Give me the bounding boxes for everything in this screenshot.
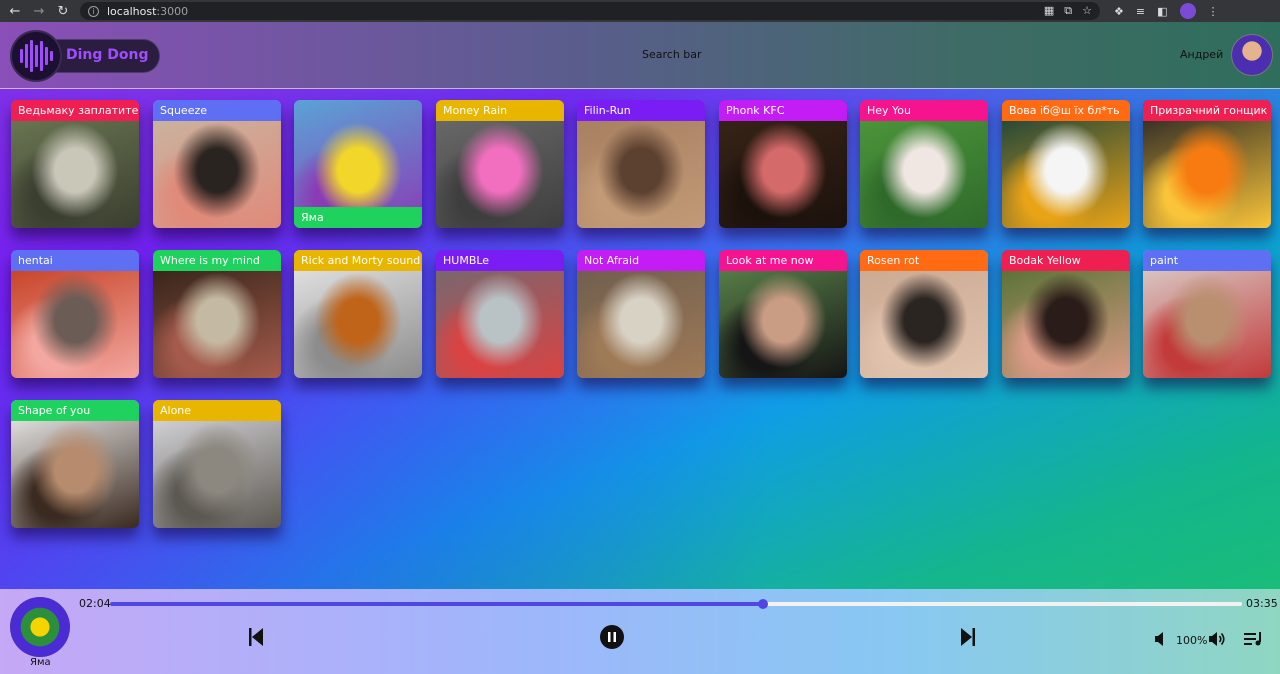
extensions-puzzle-icon[interactable]: ❖ (1114, 5, 1124, 18)
app-name: Ding Dong (66, 47, 149, 63)
current-time: 02:04 (79, 597, 111, 610)
track-title: Rick and Morty sound (294, 250, 422, 271)
track-card[interactable]: Squeeze (153, 100, 281, 228)
media-queue-icon[interactable]: ≡ (1136, 5, 1145, 18)
url-port: :3000 (156, 4, 189, 18)
now-playing-title: Яма (30, 657, 51, 668)
now-playing-cover[interactable] (10, 597, 70, 657)
track-card[interactable]: Where is my mind (153, 250, 281, 378)
forward-arrow-icon[interactable]: → (30, 2, 48, 20)
track-card[interactable]: Look at me now (719, 250, 847, 378)
bookmark-star-icon[interactable]: ☆ (1082, 4, 1092, 18)
player-bar: Яма 02:04 03:35 100% (0, 589, 1280, 674)
search-bar[interactable]: Search bar (642, 48, 702, 61)
track-card[interactable]: HUMBLe (436, 250, 564, 378)
track-card[interactable]: Bodak Yellow (1002, 250, 1130, 378)
volume-level: 100% (1176, 634, 1208, 647)
share-icon[interactable]: ⧉ (1064, 4, 1072, 18)
url-host: localhost (107, 4, 157, 18)
browser-menu-icon[interactable]: ⋮ (1208, 5, 1219, 18)
track-card[interactable]: Призрачний гонщик (1143, 100, 1271, 228)
track-title: hentai (11, 250, 139, 271)
previous-track-icon[interactable] (248, 627, 264, 647)
track-title: Money Rain (436, 100, 564, 121)
track-title: HUMBLe (436, 250, 564, 271)
track-card[interactable]: Вова іб@ш їх бл*ть (1002, 100, 1130, 228)
address-bar[interactable]: i localhost:3000 ▦ ⧉ ☆ (80, 2, 1100, 20)
track-title: Not Afraid (577, 250, 705, 271)
track-card[interactable]: Rosen rot (860, 250, 988, 378)
logo-equalizer-icon (10, 30, 62, 82)
track-card[interactable]: Filin-Run (577, 100, 705, 228)
total-time: 03:35 (1246, 597, 1278, 610)
track-card[interactable]: Rick and Morty sound (294, 250, 422, 378)
browser-toolbar: ← → ↻ i localhost:3000 ▦ ⧉ ☆ ❖ ≡ ◧ ⋮ (0, 0, 1280, 22)
track-title: Rosen rot (860, 250, 988, 271)
user-name[interactable]: Андрей (1180, 48, 1223, 61)
next-track-icon[interactable] (960, 627, 976, 647)
side-panel-icon[interactable]: ◧ (1157, 5, 1167, 18)
track-card[interactable]: Ведьмаку заплатите (11, 100, 139, 228)
site-info-icon[interactable]: i (88, 5, 99, 17)
track-title: Shape of you (11, 400, 139, 421)
track-card[interactable]: Phonk KFC (719, 100, 847, 228)
track-card[interactable]: Money Rain (436, 100, 564, 228)
translate-icon[interactable]: ▦ (1044, 4, 1054, 18)
track-card[interactable]: Яма (294, 100, 422, 228)
reload-icon[interactable]: ↻ (54, 2, 72, 20)
browser-profile-avatar[interactable] (1179, 3, 1196, 19)
progress-handle[interactable] (758, 599, 769, 609)
volume-up-icon[interactable] (1209, 631, 1227, 647)
track-title: Яма (294, 207, 422, 228)
track-card[interactable]: Not Afraid (577, 250, 705, 378)
track-card[interactable]: hentai (11, 250, 139, 378)
volume-down-icon[interactable] (1155, 632, 1167, 646)
track-title: Вова іб@ш їх бл*ть (1002, 100, 1130, 121)
track-title: Bodak Yellow (1002, 250, 1130, 271)
track-title: Squeeze (153, 100, 281, 121)
track-title: Alone (153, 400, 281, 421)
page-background: Ding Dong Search bar Андрей Ведьмаку зап… (0, 22, 1280, 674)
track-title: Ведьмаку заплатите (11, 100, 139, 121)
pause-icon[interactable] (600, 625, 624, 649)
track-title: paint (1143, 250, 1271, 271)
back-arrow-icon[interactable]: ← (6, 2, 24, 20)
track-card[interactable]: paint (1143, 250, 1271, 378)
track-title: Where is my mind (153, 250, 281, 271)
track-title: Filin-Run (577, 100, 705, 121)
app-logo[interactable]: Ding Dong (10, 30, 160, 82)
progress-fill (110, 602, 764, 606)
app-header: Ding Dong Search bar Андрей (0, 22, 1280, 89)
track-card[interactable]: Alone (153, 400, 281, 528)
track-card[interactable]: Hey You (860, 100, 988, 228)
user-avatar[interactable] (1231, 34, 1273, 76)
track-title: Hey You (860, 100, 988, 121)
track-card[interactable]: Shape of you (11, 400, 139, 528)
queue-list-icon[interactable] (1244, 632, 1264, 646)
track-title: Look at me now (719, 250, 847, 271)
track-title: Phonk KFC (719, 100, 847, 121)
track-title: Призрачний гонщик (1143, 100, 1271, 121)
progress-slider[interactable] (110, 599, 1242, 609)
